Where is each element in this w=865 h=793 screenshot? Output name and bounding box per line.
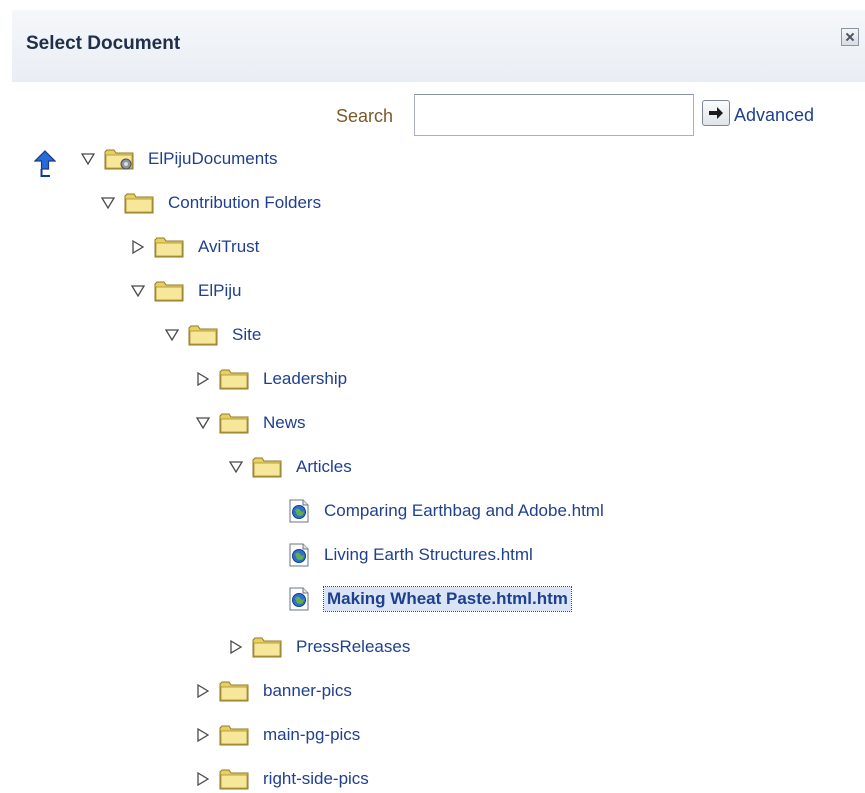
tree-item-label[interactable]: Leadership [263, 369, 347, 389]
tree-folder-item[interactable]: AviTrust [130, 230, 259, 264]
triangle-right-icon[interactable] [130, 239, 146, 255]
tree-item-label[interactable]: Site [232, 325, 261, 345]
tree-folder-item[interactable]: ElPiju [130, 274, 241, 308]
triangle-down-icon[interactable] [195, 415, 211, 431]
triangle-right-icon[interactable] [228, 639, 244, 655]
triangle-right-icon[interactable] [195, 683, 211, 699]
folder-icon [219, 368, 249, 390]
tree-item-label[interactable]: Living Earth Structures.html [324, 545, 533, 565]
tree-folder-item[interactable]: right-side-pics [195, 762, 369, 793]
folder-icon [252, 456, 282, 478]
tree-folder-item[interactable]: main-pg-pics [195, 718, 360, 752]
folder-icon [219, 768, 249, 790]
web-document-icon [288, 543, 310, 567]
tree-folder-item[interactable]: banner-pics [195, 674, 352, 708]
web-document-icon [288, 587, 310, 611]
tree-item-label[interactable]: News [263, 413, 306, 433]
tree-item-label[interactable]: banner-pics [263, 681, 352, 701]
tree-item-label[interactable]: Contribution Folders [168, 193, 321, 213]
tree-folder-item[interactable]: Site [164, 318, 261, 352]
tree-item-label[interactable]: Making Wheat Paste.html.htm [323, 586, 572, 612]
folder-icon [154, 280, 184, 302]
tree-folder-item[interactable]: Contribution Folders [100, 186, 321, 220]
tree-item-label[interactable]: main-pg-pics [263, 725, 360, 745]
triangle-right-icon[interactable] [195, 771, 211, 787]
tree-item-label[interactable]: ElPiju [198, 281, 241, 301]
triangle-down-icon[interactable] [80, 151, 96, 167]
document-tree: ElPijuDocuments Contribution Folders AviTr… [12, 10, 865, 793]
tree-item-label[interactable]: right-side-pics [263, 769, 369, 789]
folder-icon [124, 192, 154, 214]
tree-folder-item[interactable]: PressReleases [228, 630, 410, 664]
folder-icon [154, 236, 184, 258]
tree-item-label[interactable]: AviTrust [198, 237, 259, 257]
tree-folder-item[interactable]: Leadership [195, 362, 347, 396]
folder-icon [188, 324, 218, 346]
triangle-down-icon[interactable] [130, 283, 146, 299]
tree-document-item[interactable]: Living Earth Structures.html [288, 538, 533, 572]
tree-item-label[interactable]: Articles [296, 457, 352, 477]
folder-icon [219, 412, 249, 434]
folder-icon [252, 636, 282, 658]
triangle-down-icon[interactable] [100, 195, 116, 211]
tree-document-item[interactable]: Making Wheat Paste.html.htm [288, 582, 572, 616]
triangle-down-icon[interactable] [164, 327, 180, 343]
folder-icon [219, 680, 249, 702]
tree-folder-item[interactable]: ElPijuDocuments [80, 142, 277, 176]
tree-item-label[interactable]: PressReleases [296, 637, 410, 657]
tree-folder-item[interactable]: News [195, 406, 306, 440]
tree-item-label[interactable]: ElPijuDocuments [148, 149, 277, 169]
folder-icon [104, 148, 134, 170]
triangle-right-icon[interactable] [195, 727, 211, 743]
tree-folder-item[interactable]: Articles [228, 450, 352, 484]
triangle-down-icon[interactable] [228, 459, 244, 475]
select-document-dialog: Select Document Search Advanced ElPijuDo… [12, 10, 865, 793]
tree-item-label[interactable]: Comparing Earthbag and Adobe.html [324, 501, 604, 521]
web-document-icon [288, 499, 310, 523]
triangle-right-icon[interactable] [195, 371, 211, 387]
folder-icon [219, 724, 249, 746]
tree-document-item[interactable]: Comparing Earthbag and Adobe.html [288, 494, 604, 528]
